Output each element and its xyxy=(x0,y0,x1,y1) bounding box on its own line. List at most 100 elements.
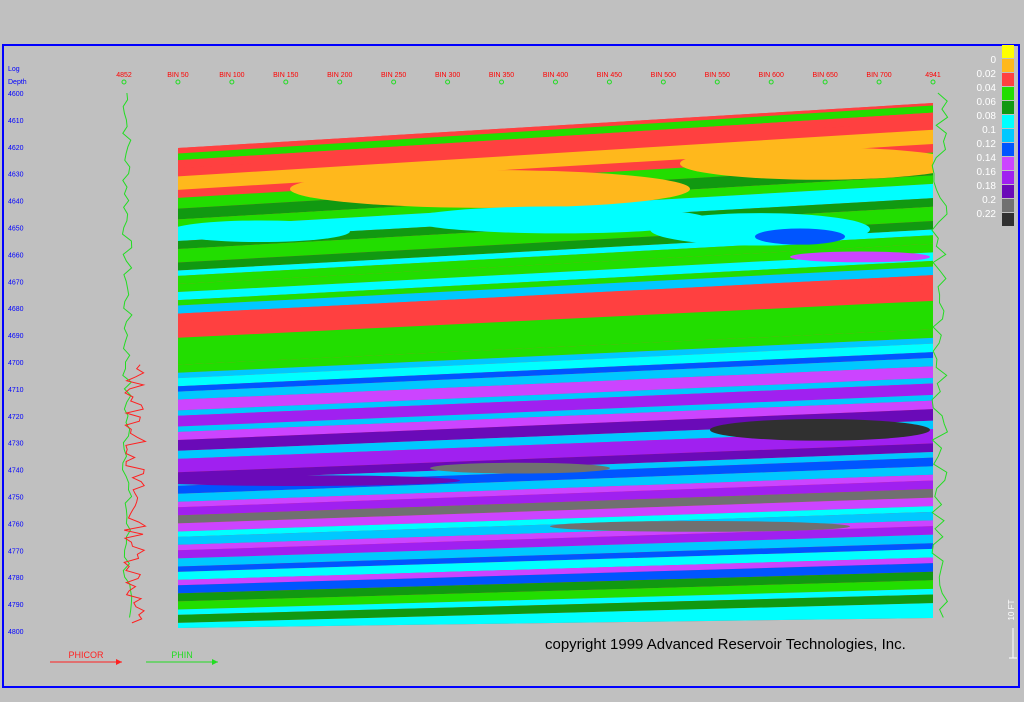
y-tick-label: 4600 xyxy=(8,91,24,98)
colorbar-label: 0.1 xyxy=(982,125,996,136)
left-phin-log xyxy=(121,92,133,618)
section-body xyxy=(178,475,460,487)
colorbar-swatch xyxy=(1002,101,1014,114)
y-tick-label: 4720 xyxy=(8,414,24,421)
colorbar-label: 0 xyxy=(990,55,996,66)
section-body xyxy=(290,170,690,208)
section-body xyxy=(790,251,930,263)
colorbar-swatch xyxy=(1002,87,1014,100)
y-tick-label: 4660 xyxy=(8,252,24,259)
x-tick-marker xyxy=(445,79,451,85)
colorbar-label: 0.16 xyxy=(977,167,997,178)
section-body xyxy=(430,462,610,474)
x-tick-label: 4852 xyxy=(116,72,132,79)
section-body xyxy=(710,419,930,441)
y-tick-label: 4620 xyxy=(8,145,24,152)
x-tick-marker xyxy=(606,79,612,85)
x-tick-marker xyxy=(660,79,666,85)
colorbar-label: 0.14 xyxy=(977,153,997,164)
x-tick-marker xyxy=(283,79,289,85)
x-tick-label: BIN 650 xyxy=(812,72,837,79)
section-body xyxy=(755,228,845,245)
y-tick-label: 4790 xyxy=(8,602,24,609)
y-tick-label: 4710 xyxy=(8,387,24,394)
colorbar-label: 0.04 xyxy=(977,83,997,94)
log-legend: PHICOR PHIN xyxy=(50,650,218,665)
y-tick-label: 4730 xyxy=(8,441,24,448)
scale-bar-label: 10 FT xyxy=(1007,599,1016,620)
x-tick-label: BIN 50 xyxy=(167,72,189,79)
colorbar-swatch xyxy=(1002,129,1014,142)
x-tick-label: BIN 300 xyxy=(435,72,460,79)
x-tick-label: BIN 200 xyxy=(327,72,352,79)
colorbar-label: 0.02 xyxy=(977,69,997,80)
y-tick-label: 4630 xyxy=(8,172,24,179)
y-tick-label: 4740 xyxy=(8,468,24,475)
y-axis-label-line2: Depth xyxy=(8,79,27,86)
x-tick-label: BIN 700 xyxy=(866,72,891,79)
y-axis-label-line1: Log xyxy=(8,66,20,73)
x-tick-marker xyxy=(121,79,127,85)
x-tick-marker xyxy=(822,79,828,85)
colorbar-label: 0.22 xyxy=(977,209,997,220)
colorbar-swatch xyxy=(1002,199,1014,212)
y-tick-label: 4640 xyxy=(8,199,24,206)
x-tick-marker xyxy=(337,79,343,85)
colorbar-swatch xyxy=(1002,157,1014,170)
x-tick-label: BIN 250 xyxy=(381,72,406,79)
x-tick-label: BIN 100 xyxy=(219,72,244,79)
y-tick-label: 4680 xyxy=(8,306,24,313)
section-body xyxy=(550,521,850,532)
bin-axis: 4852 BIN 50 BIN 100 BIN 150 BIN 200 BIN 250 BI… xyxy=(116,72,941,85)
x-tick-label: BIN 350 xyxy=(489,72,514,79)
y-tick-label: 4760 xyxy=(8,521,24,528)
x-tick-label: BIN 400 xyxy=(543,72,568,79)
colorbar-swatch xyxy=(1002,213,1014,226)
x-tick-label: BIN 500 xyxy=(651,72,676,79)
colorbar-swatch xyxy=(1002,45,1014,58)
y-tick-label: 4670 xyxy=(8,279,24,286)
x-tick-label: 4941 xyxy=(925,72,941,79)
legend-label: PHICOR xyxy=(68,650,104,660)
x-tick-label: BIN 600 xyxy=(759,72,784,79)
colorbar-label: 0.08 xyxy=(977,111,997,122)
depth-axis: Log Depth 4600 4610 4620 4630 4640 4650 4660 4670… xyxy=(8,66,27,636)
colorbar-swatch xyxy=(1002,171,1014,184)
x-tick-marker xyxy=(175,79,181,85)
colorbar-swatch xyxy=(1002,59,1014,72)
x-tick-marker xyxy=(552,79,558,85)
y-tick-label: 4800 xyxy=(8,629,24,636)
x-tick-label: BIN 450 xyxy=(597,72,622,79)
section-body xyxy=(178,220,350,243)
colorbar-label: 0.12 xyxy=(977,139,997,150)
copyright-text: copyright 1999 Advanced Reservoir Techno… xyxy=(545,636,906,653)
y-tick-label: 4610 xyxy=(8,118,24,125)
x-tick-label: BIN 550 xyxy=(705,72,730,79)
x-tick-marker xyxy=(930,79,936,85)
legend-arrow xyxy=(212,659,218,665)
chart-canvas: Log Depth 4600 4610 4620 4630 4640 4650 4660 4670… xyxy=(2,44,1020,688)
colorbar-label: 0.06 xyxy=(977,97,997,108)
colorbar-swatch xyxy=(1002,115,1014,128)
y-tick-label: 4770 xyxy=(8,548,24,555)
y-tick-label: 4780 xyxy=(8,575,24,582)
x-tick-label: BIN 150 xyxy=(273,72,298,79)
colorbar-swatch xyxy=(1002,143,1014,156)
porosity-section xyxy=(178,103,933,628)
x-tick-marker xyxy=(229,79,235,85)
x-tick-marker xyxy=(768,79,774,85)
left-phicor-log xyxy=(123,364,147,624)
colorbar-swatch xyxy=(1002,185,1014,198)
legend-arrow xyxy=(116,659,122,665)
colorbar-label: 0.2 xyxy=(982,195,996,206)
colorbar-label: 0.18 xyxy=(977,181,997,192)
x-tick-marker xyxy=(876,79,882,85)
legend-label: PHIN xyxy=(171,650,193,660)
x-tick-marker xyxy=(499,79,505,85)
x-tick-marker xyxy=(391,79,397,85)
y-tick-label: 4750 xyxy=(8,495,24,502)
colorbar: 0 0.02 0.04 0.06 0.08 0.1 0.12 0.14 0.16 0.18 0.2 0… xyxy=(977,45,1014,226)
colorbar-swatch xyxy=(1002,73,1014,86)
y-tick-label: 4700 xyxy=(8,360,24,367)
y-tick-label: 4650 xyxy=(8,226,24,233)
